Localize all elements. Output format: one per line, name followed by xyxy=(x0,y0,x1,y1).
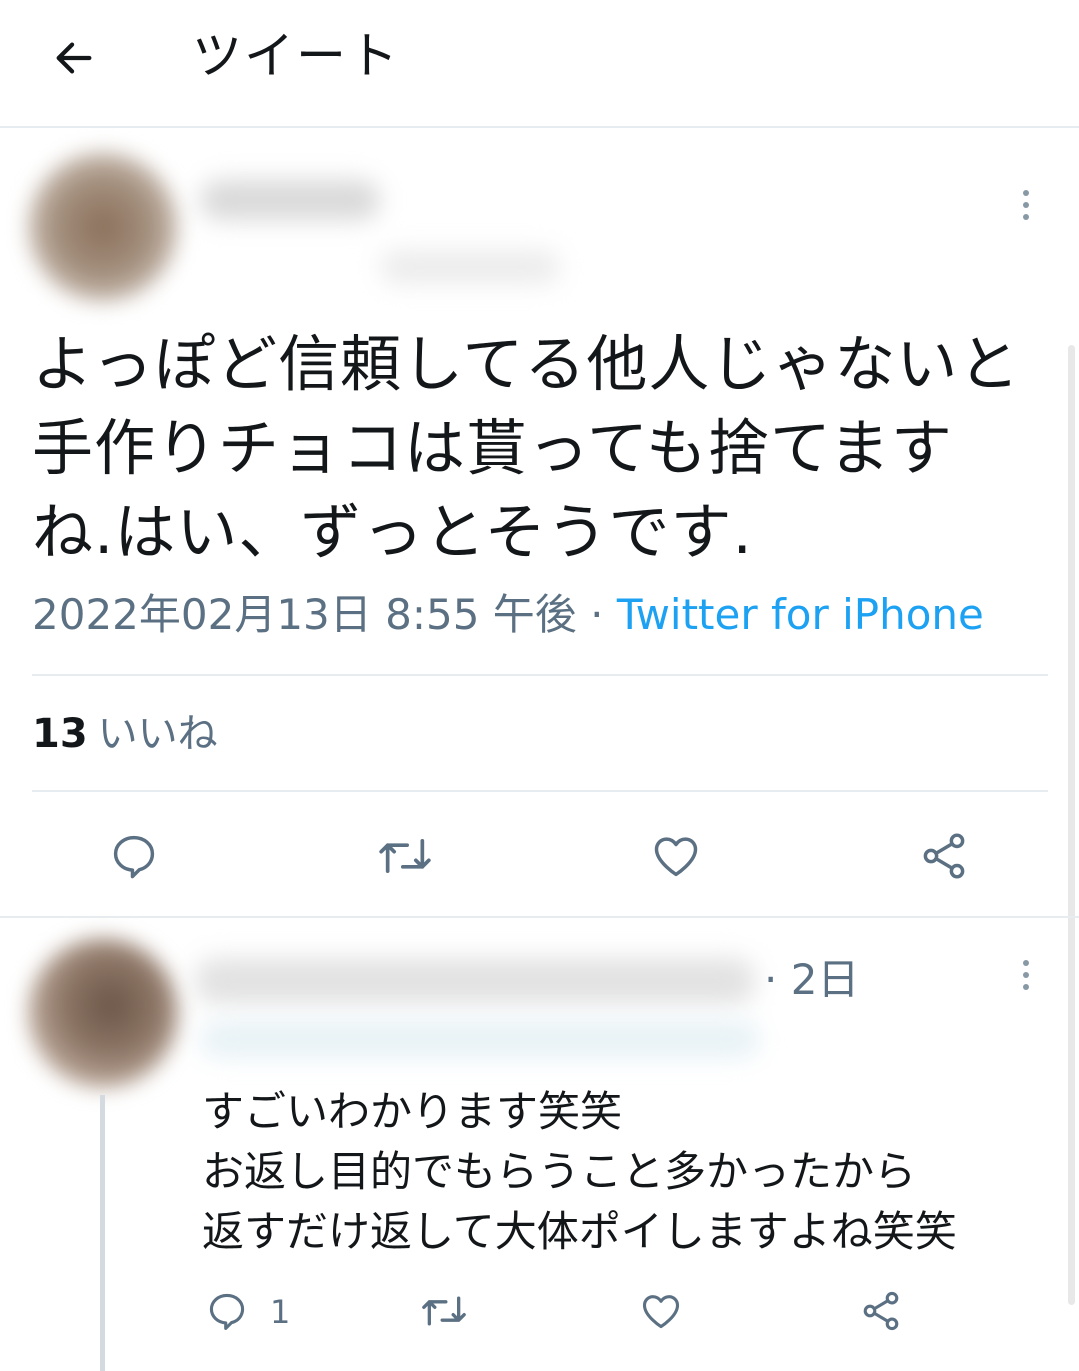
top-bar: ツイート xyxy=(0,0,1079,128)
divider xyxy=(32,674,1048,676)
more-dot-icon xyxy=(1023,984,1029,990)
reply-more-options-button[interactable] xyxy=(1011,950,1041,1000)
page-title: ツイート xyxy=(192,27,400,85)
more-dot-icon xyxy=(1023,214,1029,220)
more-dot-icon xyxy=(1023,972,1029,978)
share-icon xyxy=(923,833,965,879)
reply-button[interactable] xyxy=(104,826,164,886)
share-icon xyxy=(863,1291,899,1331)
arrow-left-icon xyxy=(56,42,92,74)
share-button[interactable] xyxy=(914,826,974,886)
tweet-timestamp: 2022年02月13日 8:55 午後 xyxy=(32,590,577,639)
likes-label: いいね xyxy=(97,711,218,757)
likes-count: 13 xyxy=(32,711,88,757)
reply-icon xyxy=(113,835,155,879)
tweet-source-link[interactable]: Twitter for iPhone xyxy=(617,590,984,639)
author-handle-blurred xyxy=(380,250,560,284)
retweet-icon xyxy=(422,1296,466,1326)
avatar[interactable] xyxy=(28,152,178,302)
divider xyxy=(32,790,1048,792)
more-dot-icon xyxy=(1023,190,1029,196)
reply-icon xyxy=(209,1293,245,1330)
likes-summary[interactable]: 13 いいね xyxy=(32,706,218,762)
more-dot-icon xyxy=(1023,960,1029,966)
author-name-blurred[interactable] xyxy=(200,180,380,220)
reply-share-button[interactable] xyxy=(856,1286,906,1336)
reply-author-name-blurred[interactable] xyxy=(195,958,755,1004)
like-button[interactable] xyxy=(646,826,706,886)
reply-reply-button[interactable] xyxy=(202,1286,252,1336)
back-button[interactable] xyxy=(44,28,104,88)
divider xyxy=(0,916,1079,918)
like-icon xyxy=(654,837,698,877)
reply-retweet-button[interactable] xyxy=(416,1286,472,1336)
tweet-meta: 2022年02月13日 8:55 午後 · Twitter for iPhone xyxy=(32,585,984,645)
like-icon xyxy=(642,1295,680,1329)
reply-like-button[interactable] xyxy=(636,1286,686,1336)
reply-avatar[interactable] xyxy=(28,938,178,1088)
scrollbar[interactable] xyxy=(1068,345,1075,1305)
retweet-button[interactable] xyxy=(372,826,438,886)
more-options-button[interactable] xyxy=(1011,180,1041,230)
reply-handle-blurred xyxy=(200,1020,760,1058)
more-dot-icon xyxy=(1023,202,1029,208)
reply-text: すごいわかります笑笑 お返し目的でもらうこと多かったから 返すだけ返して大体ポイ… xyxy=(202,1087,957,1256)
thread-line xyxy=(100,1095,105,1371)
reply-count: 1 xyxy=(270,1293,291,1331)
meta-separator: · xyxy=(576,590,617,639)
retweet-icon xyxy=(379,838,431,874)
reply-time: · 2日 xyxy=(764,955,860,1004)
tweet-text: よっぽど信頼してる他人じゃないと 手作りチョコは貰っても捨てます ね.はい、ずっ… xyxy=(32,329,1021,568)
